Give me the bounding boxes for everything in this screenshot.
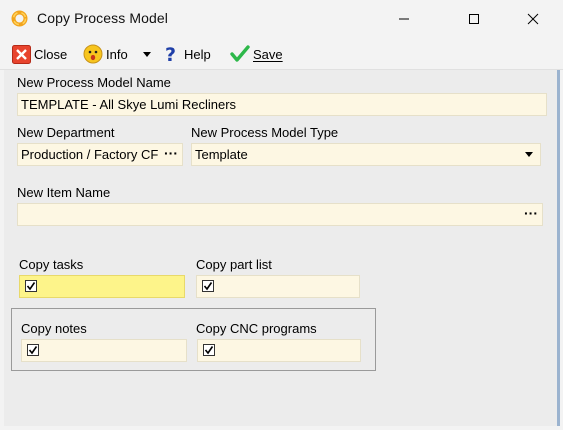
save-button-label: Save xyxy=(253,46,283,62)
help-button[interactable]: ? Help xyxy=(164,43,211,65)
maximize-icon xyxy=(469,14,479,24)
department-field[interactable]: Production / Factory CF ··· xyxy=(17,143,183,166)
checkmark-icon xyxy=(230,45,250,62)
maximize-button[interactable] xyxy=(451,0,497,38)
item-name-field[interactable]: ··· xyxy=(17,203,543,226)
title-bar: Copy Process Model xyxy=(0,0,563,38)
copy-tasks-label: Copy tasks xyxy=(19,257,84,272)
close-window-button[interactable] xyxy=(510,0,556,38)
copy-tasks-checkbox[interactable] xyxy=(25,280,37,292)
model-name-input[interactable]: TEMPLATE - All Skye Lumi Recliners xyxy=(17,93,547,116)
copy-part-list-field[interactable] xyxy=(196,275,360,298)
chevron-down-icon xyxy=(143,52,151,57)
info-smiley-icon xyxy=(83,44,103,64)
checkmark-icon xyxy=(204,346,214,355)
svg-text:?: ? xyxy=(165,44,176,64)
close-button[interactable]: Close xyxy=(12,43,67,65)
copy-notes-label: Copy notes xyxy=(21,321,87,336)
save-button[interactable]: Save xyxy=(230,43,283,65)
model-type-select[interactable]: Template xyxy=(191,143,541,166)
copy-cnc-label: Copy CNC programs xyxy=(196,321,317,336)
model-type-value: Template xyxy=(195,147,248,162)
info-button[interactable]: Info xyxy=(83,43,128,65)
checkmark-icon xyxy=(203,282,213,291)
close-x-icon xyxy=(12,44,31,64)
department-label: New Department xyxy=(17,125,115,140)
help-question-icon: ? xyxy=(165,44,176,64)
department-value: Production / Factory CF xyxy=(21,147,159,162)
checkmark-icon xyxy=(26,282,36,291)
close-button-label: Close xyxy=(34,46,68,62)
copy-part-list-checkbox[interactable] xyxy=(202,280,214,292)
copy-cnc-checkbox[interactable] xyxy=(203,344,215,356)
copy-cnc-field[interactable] xyxy=(197,339,361,362)
copy-notes-checkbox[interactable] xyxy=(27,344,39,356)
close-icon xyxy=(527,13,539,25)
item-name-browse-button[interactable]: ··· xyxy=(524,204,538,223)
toolbar: Close Info ? Help Save xyxy=(0,38,563,70)
model-type-label: New Process Model Type xyxy=(191,125,339,140)
info-dropdown-button[interactable] xyxy=(142,43,152,65)
model-name-label: New Process Model Name xyxy=(17,75,171,90)
chevron-down-icon xyxy=(525,152,533,157)
checkmark-icon xyxy=(28,346,38,355)
info-button-label: Info xyxy=(106,46,128,62)
item-name-label: New Item Name xyxy=(17,185,111,200)
form-panel: New Process Model Name TEMPLATE - All Sk… xyxy=(4,70,560,426)
department-browse-button[interactable]: ··· xyxy=(162,144,178,163)
copy-tasks-field[interactable] xyxy=(19,275,185,298)
minimize-icon xyxy=(399,18,409,20)
copy-part-list-label: Copy part list xyxy=(196,257,272,272)
window-title: Copy Process Model xyxy=(37,10,168,26)
help-button-label: Help xyxy=(184,46,211,62)
minimize-button[interactable] xyxy=(381,0,427,38)
copy-notes-field[interactable] xyxy=(21,339,187,362)
app-logo-icon xyxy=(11,10,28,27)
